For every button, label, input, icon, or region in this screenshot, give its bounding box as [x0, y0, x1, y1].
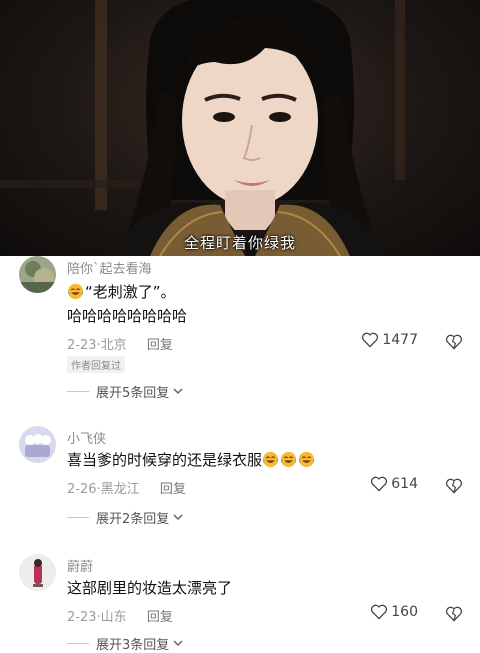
- laugh-cry-emoji-icon: [262, 451, 279, 468]
- laugh-cry-emoji-icon: [67, 283, 84, 300]
- avatar[interactable]: [19, 554, 56, 591]
- comment-username[interactable]: 陪你`起去看海: [67, 258, 152, 277]
- like-button[interactable]: 614: [370, 476, 418, 492]
- avatar[interactable]: [19, 256, 56, 293]
- like-button[interactable]: 1477: [361, 332, 418, 348]
- laugh-cry-emoji-icon: [298, 451, 315, 468]
- chevron-down-icon: [173, 384, 183, 399]
- divider-line: [67, 391, 89, 392]
- comment-text: 喜当爹的时候穿的还是绿衣服: [67, 450, 316, 470]
- expand-replies-button[interactable]: 展开5条回复: [67, 382, 183, 401]
- author-replied-badge: 作者回复过: [67, 356, 125, 373]
- comment-date: 2-23: [67, 338, 97, 353]
- like-count: 614: [391, 476, 418, 492]
- broken-heart-icon[interactable]: [445, 478, 463, 494]
- expand-replies-label: 展开2条回复: [96, 512, 170, 527]
- comment-meta: 2-23·山东 回复: [67, 606, 173, 625]
- comment-location: 黑龙江: [100, 482, 140, 497]
- reply-button[interactable]: 回复: [147, 610, 173, 625]
- broken-heart-icon[interactable]: [445, 334, 463, 350]
- video-still-image: [0, 0, 405, 256]
- comment-meta: 2-26·黑龙江 回复: [67, 478, 186, 497]
- comment-item: 陪你`起去看海 “老刺激了”。 哈哈哈哈哈哈哈哈 2-23·北京 回复 作者回复…: [0, 256, 480, 406]
- heart-icon: [371, 476, 388, 492]
- comment-date: 2-26: [67, 482, 97, 497]
- laugh-cry-emoji-icon: [280, 451, 297, 468]
- divider-line: [67, 643, 89, 644]
- video-frame[interactable]: 全程盯着你绿我: [0, 0, 480, 256]
- expand-replies-label: 展开5条回复: [96, 386, 170, 401]
- expand-replies-label: 展开3条回复: [96, 638, 170, 653]
- expand-replies-button[interactable]: 展开3条回复: [67, 634, 183, 653]
- comment-username[interactable]: 小飞侠: [67, 428, 106, 447]
- chevron-down-icon: [173, 510, 183, 525]
- comment-text: “老刺激了”。: [67, 282, 176, 302]
- comment-text-line: 喜当爹的时候穿的还是绿衣服: [67, 451, 263, 469]
- comment-location: 北京: [100, 338, 127, 353]
- comment-text-line: 哈哈哈哈哈哈哈哈: [67, 307, 188, 325]
- like-count: 160: [391, 604, 418, 620]
- avatar[interactable]: [19, 426, 56, 463]
- reply-button[interactable]: 回复: [160, 482, 186, 497]
- divider-line: [67, 517, 89, 518]
- chevron-down-icon: [173, 636, 183, 651]
- like-count: 1477: [382, 332, 418, 348]
- comment-item: 蔚蔚 这部剧里的妆造太漂亮了 2-23·山东 回复 160 展开3条回复: [0, 554, 480, 653]
- reply-button[interactable]: 回复: [147, 338, 173, 353]
- heart-icon: [362, 332, 379, 348]
- comment-item: 小飞侠 喜当爹的时候穿的还是绿衣服 2-26·黑龙江 回复 614 展开2条回复: [0, 426, 480, 536]
- comment-username[interactable]: 蔚蔚: [67, 556, 93, 575]
- video-subtitle: 全程盯着你绿我: [183, 234, 296, 252]
- heart-icon: [371, 604, 388, 620]
- comment-text-line: 这部剧里的妆造太漂亮了: [67, 579, 233, 597]
- broken-heart-icon[interactable]: [445, 606, 463, 622]
- comment-date: 2-23: [67, 610, 97, 625]
- expand-replies-button[interactable]: 展开2条回复: [67, 508, 183, 527]
- comment-text-line: “老刺激了”。: [85, 283, 176, 301]
- comment-list: 陪你`起去看海 “老刺激了”。 哈哈哈哈哈哈哈哈 2-23·北京 回复 作者回复…: [0, 256, 480, 653]
- like-button[interactable]: 160: [370, 604, 418, 620]
- comment-location: 山东: [100, 610, 127, 625]
- comment-meta: 2-23·北京 回复: [67, 334, 173, 353]
